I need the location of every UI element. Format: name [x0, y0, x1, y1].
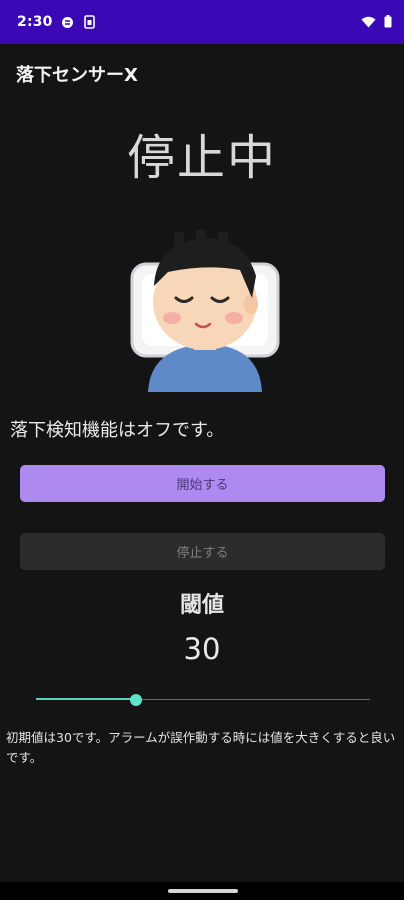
- slider-fill: [36, 698, 137, 700]
- sleeping-person-illustration: [128, 228, 282, 392]
- stop-button-label: 停止する: [176, 546, 229, 561]
- status-bar: 2:30: [0, 0, 404, 44]
- start-button-label: 開始する: [176, 478, 229, 493]
- slider-thumb[interactable]: [130, 694, 143, 706]
- battery-icon: [384, 13, 392, 32]
- state-title: 停止中: [126, 130, 277, 186]
- sim-icon: [83, 15, 97, 29]
- hint-text: 初期値は30です。アラームが誤作動する時には値を大きくすると良いです。: [6, 730, 396, 765]
- threshold-label: 閾値: [179, 593, 224, 618]
- stop-button[interactable]: 停止する: [20, 533, 385, 570]
- start-button[interactable]: 開始する: [20, 465, 385, 502]
- threshold-value: 30: [183, 632, 221, 666]
- app-title: 落下センサーX: [16, 65, 138, 86]
- wifi-icon: [361, 13, 376, 32]
- sync-icon: [61, 15, 75, 29]
- status-text: 落下検知機能はオフです。: [10, 420, 225, 441]
- threshold-slider[interactable]: [36, 690, 370, 710]
- status-time: 2:30: [17, 14, 53, 30]
- navigation-bar: [0, 882, 404, 900]
- home-handle[interactable]: [168, 889, 238, 893]
